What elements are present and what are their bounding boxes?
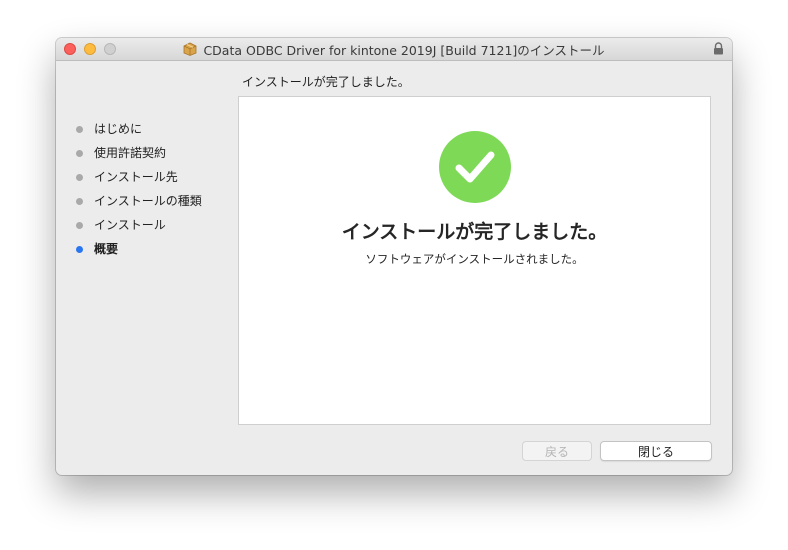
title-bar: CData ODBC Driver for kintone 2019J [Bui… [56, 38, 732, 61]
installer-window: CData ODBC Driver for kintone 2019J [Bui… [56, 38, 732, 475]
step-dot-active-icon [76, 245, 83, 253]
sidebar-step-destination: インストール先 [76, 164, 202, 188]
sidebar-step-label: インストールの種類 [94, 193, 202, 208]
sidebar-step-installation: インストール [76, 212, 202, 236]
step-dot-icon [76, 125, 83, 133]
back-button[interactable]: 戻る [522, 441, 592, 461]
sidebar-step-summary: 概要 [76, 236, 202, 260]
package-icon [184, 42, 197, 56]
completion-heading: インストールが完了しました。 [341, 221, 608, 243]
sidebar-step-label: 概要 [94, 241, 119, 256]
sidebar-step-install-type: インストールの種類 [76, 188, 202, 212]
sidebar-step-label: 使用許諾契約 [94, 145, 167, 160]
content-panel: インストールが完了しました。 ソフトウェアがインストールされました。 [238, 96, 711, 425]
sidebar-step-intro: はじめに [76, 116, 202, 140]
sidebar-step-license: 使用許諾契約 [76, 140, 202, 164]
step-dot-icon [76, 221, 83, 229]
step-dot-icon [76, 197, 83, 205]
window-title-area: CData ODBC Driver for kintone 2019J [Bui… [56, 38, 732, 60]
step-dot-icon [76, 149, 83, 157]
completion-message: ソフトウェアがインストールされました。 [365, 252, 584, 266]
close-button[interactable]: 閉じる [600, 441, 712, 461]
sidebar-step-label: インストール先 [94, 169, 178, 184]
checkmark-circle-icon [439, 131, 511, 203]
lock-icon [714, 42, 723, 55]
sidebar-step-label: インストール [94, 217, 166, 232]
steps-sidebar: はじめに 使用許諾契約 インストール先 インストールの種類 インストール 概要 [76, 116, 202, 260]
page-header: インストールが完了しました。 [242, 75, 410, 89]
step-dot-icon [76, 173, 83, 181]
sidebar-step-label: はじめに [94, 121, 143, 136]
window-title: CData ODBC Driver for kintone 2019J [Bui… [203, 42, 605, 58]
